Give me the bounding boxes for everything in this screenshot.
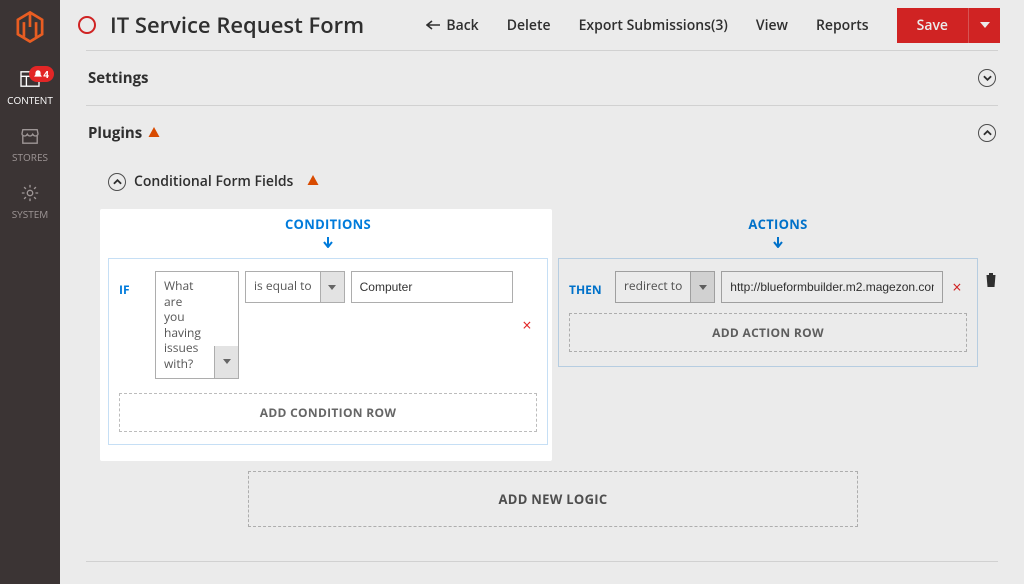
condition-operator-select[interactable]: is equal to [245, 271, 345, 303]
gear-icon [18, 182, 42, 204]
trash-icon [984, 272, 998, 288]
accordion-plugins: Plugins Conditional Form Fields [86, 106, 998, 562]
plugins-content: Conditional Form Fields CONDITIONS [86, 160, 998, 561]
sidebar-item-stores[interactable]: STORES [0, 117, 60, 174]
caret-down-icon [328, 285, 336, 290]
remove-action-button[interactable]: × [947, 271, 967, 303]
actions-header: ACTIONS [558, 209, 998, 235]
chevron-up-icon [108, 173, 126, 191]
accordion-settings: Settings [86, 50, 998, 106]
arrow-left-icon [426, 20, 440, 30]
add-new-logic-button[interactable]: ADD NEW LOGIC [248, 471, 858, 527]
logic-editor: CONDITIONS IF What are you having issues… [108, 209, 998, 527]
dropdown-toggle[interactable] [214, 346, 238, 378]
condition-value-input[interactable] [351, 271, 513, 303]
condition-field-select[interactable]: What are you having issues with? [155, 271, 239, 379]
save-dropdown-toggle[interactable] [968, 8, 1000, 43]
arrow-down-icon [772, 236, 784, 248]
sidebar-item-label: CONTENT [7, 93, 53, 107]
section-title: Plugins [88, 123, 142, 143]
sidebar-item-label: STORES [12, 150, 48, 164]
back-button[interactable]: Back [426, 16, 478, 35]
settings-toggle[interactable]: Settings [86, 51, 998, 105]
save-button-group: Save [897, 8, 1000, 43]
conditions-header: CONDITIONS [108, 209, 548, 235]
export-button[interactable]: Export Submissions(3) [579, 16, 728, 35]
form-body: Settings Plugins Conditional Form Fields [60, 50, 1024, 562]
warning-icon [148, 123, 160, 143]
action-value-input[interactable] [721, 271, 943, 303]
admin-sidebar: CONTENT 4 STORES SYSTEM [0, 0, 60, 584]
dropdown-toggle[interactable] [690, 272, 714, 302]
conditional-fields-toggle[interactable]: Conditional Form Fields [108, 164, 998, 209]
stores-icon [18, 125, 42, 147]
reports-button[interactable]: Reports [816, 16, 869, 35]
section-title: Settings [88, 68, 149, 88]
if-label: IF [119, 271, 149, 298]
action-type-select[interactable]: redirect to [615, 271, 715, 303]
warning-icon [307, 172, 319, 191]
add-action-row-button[interactable]: ADD ACTION ROW [569, 313, 967, 352]
caret-down-icon [223, 359, 231, 364]
save-button[interactable]: Save [897, 8, 968, 43]
chevron-up-icon [978, 124, 996, 142]
page-header: IT Service Request Form Back Delete Expo… [60, 0, 1024, 50]
form-status-icon [78, 16, 96, 34]
conditions-box: IF What are you having issues with? [108, 258, 548, 445]
actions-box: THEN redirect to × [558, 258, 978, 367]
notification-badge[interactable]: 4 [29, 66, 54, 82]
page-title: IT Service Request Form [110, 10, 364, 40]
dropdown-toggle[interactable] [320, 272, 344, 302]
remove-condition-button[interactable]: × [517, 271, 537, 379]
view-button[interactable]: View [756, 16, 788, 35]
magento-logo [11, 8, 49, 46]
arrow-down-icon [322, 236, 334, 248]
then-label: THEN [569, 271, 609, 298]
delete-button[interactable]: Delete [507, 16, 551, 35]
sidebar-item-system[interactable]: SYSTEM [0, 174, 60, 231]
sidebar-item-label: SYSTEM [12, 207, 49, 221]
delete-logic-button[interactable] [984, 272, 998, 288]
caret-down-icon [980, 22, 990, 28]
main-panel: IT Service Request Form Back Delete Expo… [60, 0, 1024, 584]
sidebar-item-content[interactable]: CONTENT 4 [0, 60, 60, 117]
chevron-down-icon [978, 69, 996, 87]
caret-down-icon [699, 285, 707, 290]
subsection-title: Conditional Form Fields [134, 172, 293, 191]
add-condition-row-button[interactable]: ADD CONDITION ROW [119, 393, 537, 432]
plugins-toggle[interactable]: Plugins [86, 106, 998, 160]
